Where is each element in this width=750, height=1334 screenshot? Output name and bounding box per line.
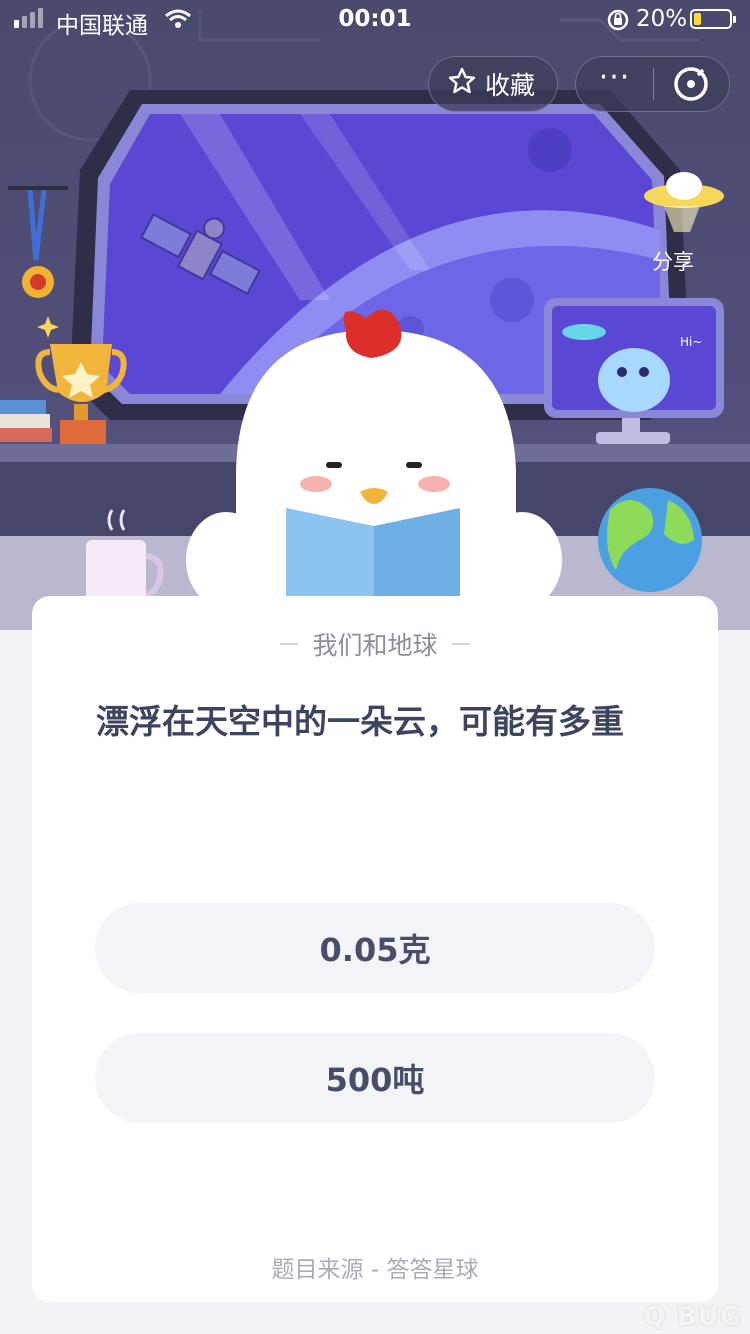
monitor-hi-text: Hi~: [680, 335, 702, 349]
category-header: 我们和地球: [32, 626, 718, 662]
share-button[interactable]: 分享: [652, 246, 694, 276]
answer-option-1[interactable]: 0.05克: [95, 903, 655, 993]
battery-icon: [690, 9, 736, 29]
rotation-lock-icon: [606, 8, 630, 38]
category-label: 我们和地球: [312, 631, 438, 660]
header-scene: Hi~ 中国联通 00:01 20% 收藏 ··· 分享: [0, 0, 750, 630]
more-dots-icon[interactable]: ···: [576, 63, 653, 93]
capsule-menu: ···: [575, 56, 730, 112]
battery-percent: 20%: [636, 6, 688, 32]
question-card: 我们和地球 漂浮在天空中的一朵云，可能有多重 0.05克 500吨 题目来源 -…: [32, 596, 718, 1302]
battery-level: [694, 13, 701, 25]
close-circle-icon[interactable]: [654, 64, 729, 104]
watermark-logo: Q BUG: [643, 1302, 742, 1332]
category-dash-right: [451, 643, 470, 645]
favorite-button[interactable]: 收藏: [428, 56, 558, 112]
category-dash-left: [280, 643, 299, 645]
answer-option-2[interactable]: 500吨: [95, 1033, 655, 1123]
star-icon: [447, 66, 477, 102]
question-source: 题目来源 - 答答星球: [271, 1257, 479, 1283]
favorite-label: 收藏: [485, 71, 536, 100]
status-bar: 中国联通 00:01 20%: [0, 0, 750, 40]
question-text: 漂浮在天空中的一朵云，可能有多重: [96, 702, 624, 741]
